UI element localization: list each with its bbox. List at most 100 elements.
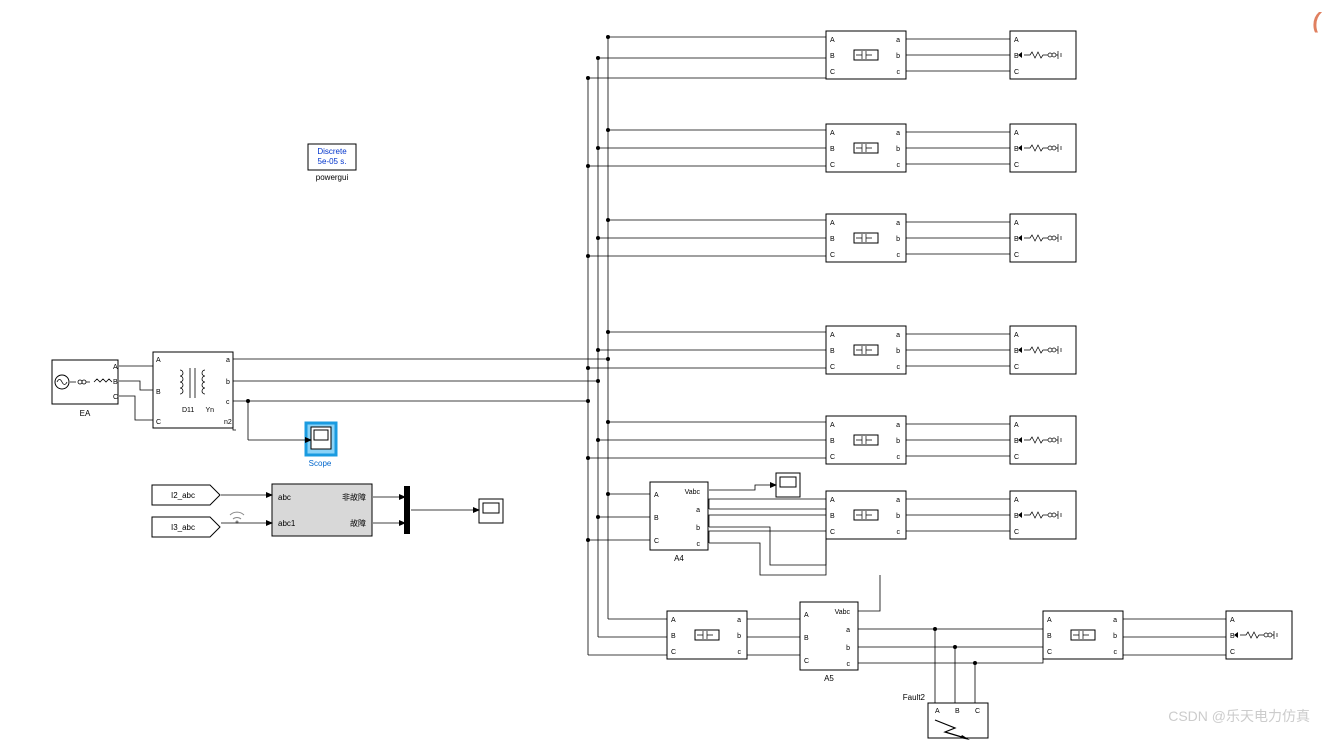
svg-text:a: a <box>737 617 741 624</box>
svg-text:A: A <box>830 332 835 339</box>
line-block-5[interactable]: Aa Bb Cc <box>826 416 906 464</box>
svg-text:B: B <box>830 513 835 520</box>
source-block[interactable]: A B C EA <box>52 360 118 418</box>
load-block-6[interactable]: ABC <box>1010 491 1076 539</box>
svg-text:A: A <box>113 364 118 371</box>
svg-text:A: A <box>830 130 835 137</box>
line-block-1[interactable]: Aa Bb Cc <box>826 31 906 79</box>
svg-text:B: B <box>1047 633 1052 640</box>
load-block-4[interactable]: ABC <box>1010 326 1076 374</box>
svg-text:b: b <box>1113 633 1117 640</box>
load-block-7[interactable]: ABC <box>1226 611 1292 659</box>
svg-text:A: A <box>804 612 809 619</box>
svg-text:I2_abc: I2_abc <box>171 491 195 500</box>
load-block-3[interactable]: ABC <box>1010 214 1076 262</box>
line-block-4[interactable]: Aa Bb Cc <box>826 326 906 374</box>
powergui-label: powergui <box>316 173 349 182</box>
svg-text:故障: 故障 <box>350 518 366 528</box>
svg-text:b: b <box>226 379 230 386</box>
svg-text:B: B <box>830 146 835 153</box>
svg-text:A: A <box>830 422 835 429</box>
line-block-6[interactable]: Aa Bb Cc <box>826 491 906 539</box>
svg-text:abc1: abc1 <box>278 519 296 528</box>
svg-text:b: b <box>846 645 850 652</box>
svg-text:c: c <box>897 69 901 76</box>
svg-text:C: C <box>804 658 809 665</box>
svg-text:A: A <box>1014 37 1019 44</box>
svg-text:C: C <box>1014 529 1019 536</box>
svg-text:A5: A5 <box>824 674 834 683</box>
svg-text:A: A <box>654 492 659 499</box>
watermark: CSDN @乐天电力仿真 <box>1168 706 1310 726</box>
svg-text:A: A <box>671 617 676 624</box>
svg-text:a: a <box>896 220 900 227</box>
svg-text:B: B <box>671 633 676 640</box>
svg-text:A: A <box>156 357 161 364</box>
svg-text:b: b <box>696 525 700 532</box>
svg-text:B: B <box>804 635 809 642</box>
svg-text:a: a <box>896 37 900 44</box>
svg-text:C: C <box>830 364 835 371</box>
svg-text:C: C <box>654 538 659 545</box>
svg-text:B: B <box>830 438 835 445</box>
svg-text:B: B <box>830 53 835 60</box>
svg-text:b: b <box>896 146 900 153</box>
svg-text:b: b <box>896 236 900 243</box>
svg-text:Vabc: Vabc <box>685 489 701 496</box>
line-block-2[interactable]: Aa Bb Cc <box>826 124 906 172</box>
svg-text:B: B <box>1014 348 1019 355</box>
wifi-icon <box>230 512 244 523</box>
svg-text:B: B <box>1014 146 1019 153</box>
from-i2abc[interactable]: I2_abc <box>152 485 220 505</box>
scope2-block[interactable] <box>479 499 503 523</box>
svg-text:Fault2: Fault2 <box>903 693 926 702</box>
svg-text:A: A <box>1014 497 1019 504</box>
svg-text:C: C <box>1014 162 1019 169</box>
from-i3abc[interactable]: I3_abc <box>152 517 220 537</box>
load-block-5[interactable]: ABC <box>1010 416 1076 464</box>
svg-text:a: a <box>696 507 700 514</box>
svg-text:B: B <box>830 236 835 243</box>
svg-text:b: b <box>896 438 900 445</box>
svg-text:a: a <box>226 357 230 364</box>
meas-a5[interactable]: Vabc Aa Bb Cc A5 <box>800 602 858 683</box>
svg-text:A: A <box>1014 220 1019 227</box>
svg-text:Yn: Yn <box>205 407 214 414</box>
svg-text:B: B <box>113 379 118 386</box>
powergui-line1: Discrete <box>317 147 347 156</box>
svg-text:b: b <box>896 348 900 355</box>
svg-text:B: B <box>1014 236 1019 243</box>
svg-text:C: C <box>830 454 835 461</box>
line-block-3[interactable]: Aa Bb Cc <box>826 214 906 262</box>
transformer-block[interactable]: A B C a b c n2 D11 Yn <box>153 352 233 428</box>
powergui-block[interactable]: Discrete 5e-05 s. powergui <box>308 144 356 182</box>
svg-text:C: C <box>830 69 835 76</box>
svg-text:c: c <box>1114 649 1118 656</box>
svg-text:B: B <box>654 515 659 522</box>
svg-text:B: B <box>955 708 960 715</box>
svg-text:C: C <box>1014 364 1019 371</box>
svg-text:A4: A4 <box>674 554 684 563</box>
bus-creator[interactable] <box>404 486 410 534</box>
svg-text:c: c <box>897 529 901 536</box>
scope-a4[interactable] <box>776 473 800 497</box>
svg-text:C: C <box>1047 649 1052 656</box>
load-block-2[interactable]: ABC <box>1010 124 1076 172</box>
fault-subsystem[interactable]: abc abc1 非故障 故障 <box>272 484 372 536</box>
svg-text:c: c <box>897 364 901 371</box>
simulink-canvas[interactable]: Discrete 5e-05 s. powergui A B C EA A B … <box>0 0 1330 741</box>
svg-text:非故障: 非故障 <box>342 492 366 502</box>
meas-a4[interactable]: Vabc Aa Bb Cc A4 <box>650 482 708 563</box>
load-block-1[interactable]: A B C <box>1010 31 1076 79</box>
svg-text:a: a <box>896 422 900 429</box>
svg-text:A: A <box>830 37 835 44</box>
svg-text:a: a <box>896 497 900 504</box>
scope-block[interactable]: Scope <box>306 423 336 468</box>
svg-text:A: A <box>935 708 940 715</box>
svg-text:abc: abc <box>278 493 291 502</box>
line-block-7a[interactable]: Aa Bb Cc <box>667 611 747 659</box>
svg-text:C: C <box>1014 454 1019 461</box>
line-block-7b[interactable]: Aa Bb Cc <box>1043 611 1123 659</box>
svg-text:C: C <box>830 252 835 259</box>
svg-text:a: a <box>846 627 850 634</box>
